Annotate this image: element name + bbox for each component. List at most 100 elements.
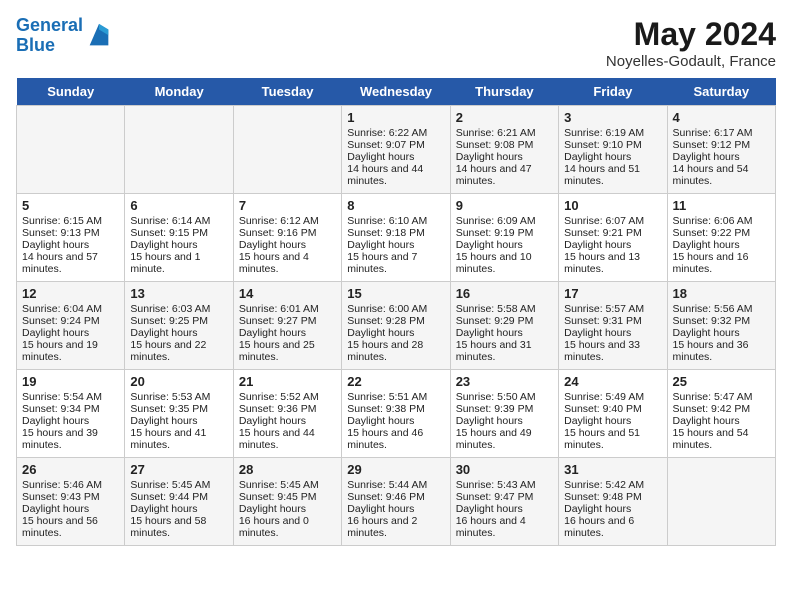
daylight-text: Daylight hours bbox=[564, 415, 661, 427]
daylight-text: Daylight hours bbox=[22, 239, 119, 251]
sunrise-text: Sunrise: 6:12 AM bbox=[239, 215, 336, 227]
daylight-text: Daylight hours bbox=[239, 239, 336, 251]
table-row: 18Sunrise: 5:56 AMSunset: 9:32 PMDayligh… bbox=[667, 282, 775, 370]
day-number: 2 bbox=[456, 110, 553, 125]
sunrise-text: Sunrise: 5:47 AM bbox=[673, 391, 770, 403]
day-number: 21 bbox=[239, 374, 336, 389]
sunrise-text: Sunrise: 6:22 AM bbox=[347, 127, 444, 139]
daylight-value: 15 hours and 46 minutes. bbox=[347, 427, 444, 451]
col-thursday: Thursday bbox=[450, 78, 558, 106]
logo: General Blue bbox=[16, 16, 113, 56]
sunset-text: Sunset: 9:32 PM bbox=[673, 315, 770, 327]
table-row: 11Sunrise: 6:06 AMSunset: 9:22 PMDayligh… bbox=[667, 194, 775, 282]
daylight-text: Daylight hours bbox=[347, 503, 444, 515]
table-row: 5Sunrise: 6:15 AMSunset: 9:13 PMDaylight… bbox=[17, 194, 125, 282]
daylight-value: 15 hours and 4 minutes. bbox=[239, 251, 336, 275]
daylight-value: 15 hours and 49 minutes. bbox=[456, 427, 553, 451]
sunset-text: Sunset: 9:45 PM bbox=[239, 491, 336, 503]
day-number: 12 bbox=[22, 286, 119, 301]
table-row: 22Sunrise: 5:51 AMSunset: 9:38 PMDayligh… bbox=[342, 370, 450, 458]
sunrise-text: Sunrise: 6:15 AM bbox=[22, 215, 119, 227]
sunrise-text: Sunrise: 5:43 AM bbox=[456, 479, 553, 491]
col-saturday: Saturday bbox=[667, 78, 775, 106]
table-row bbox=[667, 458, 775, 546]
daylight-text: Daylight hours bbox=[347, 151, 444, 163]
daylight-text: Daylight hours bbox=[673, 151, 770, 163]
day-number: 27 bbox=[130, 462, 227, 477]
day-number: 5 bbox=[22, 198, 119, 213]
day-number: 1 bbox=[347, 110, 444, 125]
sunrise-text: Sunrise: 6:10 AM bbox=[347, 215, 444, 227]
day-number: 11 bbox=[673, 198, 770, 213]
daylight-value: 15 hours and 22 minutes. bbox=[130, 339, 227, 363]
table-row: 15Sunrise: 6:00 AMSunset: 9:28 PMDayligh… bbox=[342, 282, 450, 370]
sunset-text: Sunset: 9:10 PM bbox=[564, 139, 661, 151]
daylight-text: Daylight hours bbox=[564, 503, 661, 515]
day-number: 19 bbox=[22, 374, 119, 389]
daylight-value: 15 hours and 25 minutes. bbox=[239, 339, 336, 363]
daylight-value: 15 hours and 56 minutes. bbox=[22, 515, 119, 539]
table-row: 31Sunrise: 5:42 AMSunset: 9:48 PMDayligh… bbox=[559, 458, 667, 546]
sunset-text: Sunset: 9:12 PM bbox=[673, 139, 770, 151]
title-block: May 2024 Noyelles-Godault, France bbox=[606, 16, 776, 70]
table-row: 8Sunrise: 6:10 AMSunset: 9:18 PMDaylight… bbox=[342, 194, 450, 282]
sunrise-text: Sunrise: 5:45 AM bbox=[239, 479, 336, 491]
calendar-week-row: 26Sunrise: 5:46 AMSunset: 9:43 PMDayligh… bbox=[17, 458, 776, 546]
table-row: 7Sunrise: 6:12 AMSunset: 9:16 PMDaylight… bbox=[233, 194, 341, 282]
sunrise-text: Sunrise: 5:52 AM bbox=[239, 391, 336, 403]
calendar-week-row: 1Sunrise: 6:22 AMSunset: 9:07 PMDaylight… bbox=[17, 106, 776, 194]
sunset-text: Sunset: 9:15 PM bbox=[130, 227, 227, 239]
sunrise-text: Sunrise: 5:53 AM bbox=[130, 391, 227, 403]
table-row: 21Sunrise: 5:52 AMSunset: 9:36 PMDayligh… bbox=[233, 370, 341, 458]
daylight-value: 15 hours and 10 minutes. bbox=[456, 251, 553, 275]
daylight-text: Daylight hours bbox=[456, 327, 553, 339]
table-row bbox=[17, 106, 125, 194]
table-row: 3Sunrise: 6:19 AMSunset: 9:10 PMDaylight… bbox=[559, 106, 667, 194]
daylight-value: 15 hours and 19 minutes. bbox=[22, 339, 119, 363]
daylight-text: Daylight hours bbox=[456, 239, 553, 251]
sunset-text: Sunset: 9:36 PM bbox=[239, 403, 336, 415]
table-row: 14Sunrise: 6:01 AMSunset: 9:27 PMDayligh… bbox=[233, 282, 341, 370]
day-number: 7 bbox=[239, 198, 336, 213]
table-row: 17Sunrise: 5:57 AMSunset: 9:31 PMDayligh… bbox=[559, 282, 667, 370]
day-number: 16 bbox=[456, 286, 553, 301]
sunset-text: Sunset: 9:44 PM bbox=[130, 491, 227, 503]
table-row: 16Sunrise: 5:58 AMSunset: 9:29 PMDayligh… bbox=[450, 282, 558, 370]
sunset-text: Sunset: 9:43 PM bbox=[22, 491, 119, 503]
daylight-value: 14 hours and 57 minutes. bbox=[22, 251, 119, 275]
daylight-value: 15 hours and 33 minutes. bbox=[564, 339, 661, 363]
sunset-text: Sunset: 9:21 PM bbox=[564, 227, 661, 239]
sunset-text: Sunset: 9:34 PM bbox=[22, 403, 119, 415]
day-number: 4 bbox=[673, 110, 770, 125]
daylight-text: Daylight hours bbox=[347, 327, 444, 339]
sunset-text: Sunset: 9:39 PM bbox=[456, 403, 553, 415]
daylight-value: 15 hours and 31 minutes. bbox=[456, 339, 553, 363]
daylight-text: Daylight hours bbox=[239, 503, 336, 515]
day-number: 15 bbox=[347, 286, 444, 301]
daylight-value: 15 hours and 51 minutes. bbox=[564, 427, 661, 451]
table-row: 2Sunrise: 6:21 AMSunset: 9:08 PMDaylight… bbox=[450, 106, 558, 194]
sunrise-text: Sunrise: 5:50 AM bbox=[456, 391, 553, 403]
daylight-text: Daylight hours bbox=[456, 503, 553, 515]
day-number: 8 bbox=[347, 198, 444, 213]
day-number: 22 bbox=[347, 374, 444, 389]
daylight-text: Daylight hours bbox=[564, 327, 661, 339]
sunset-text: Sunset: 9:46 PM bbox=[347, 491, 444, 503]
sunset-text: Sunset: 9:31 PM bbox=[564, 315, 661, 327]
daylight-value: 16 hours and 0 minutes. bbox=[239, 515, 336, 539]
table-row: 29Sunrise: 5:44 AMSunset: 9:46 PMDayligh… bbox=[342, 458, 450, 546]
col-wednesday: Wednesday bbox=[342, 78, 450, 106]
calendar-week-row: 19Sunrise: 5:54 AMSunset: 9:34 PMDayligh… bbox=[17, 370, 776, 458]
sunrise-text: Sunrise: 5:58 AM bbox=[456, 303, 553, 315]
table-row: 28Sunrise: 5:45 AMSunset: 9:45 PMDayligh… bbox=[233, 458, 341, 546]
sunrise-text: Sunrise: 6:19 AM bbox=[564, 127, 661, 139]
table-row: 20Sunrise: 5:53 AMSunset: 9:35 PMDayligh… bbox=[125, 370, 233, 458]
table-row: 6Sunrise: 6:14 AMSunset: 9:15 PMDaylight… bbox=[125, 194, 233, 282]
daylight-text: Daylight hours bbox=[347, 415, 444, 427]
daylight-value: 15 hours and 39 minutes. bbox=[22, 427, 119, 451]
logo-blue: Blue bbox=[16, 35, 55, 55]
sunrise-text: Sunrise: 5:42 AM bbox=[564, 479, 661, 491]
sunrise-text: Sunrise: 6:21 AM bbox=[456, 127, 553, 139]
day-number: 14 bbox=[239, 286, 336, 301]
sunset-text: Sunset: 9:47 PM bbox=[456, 491, 553, 503]
